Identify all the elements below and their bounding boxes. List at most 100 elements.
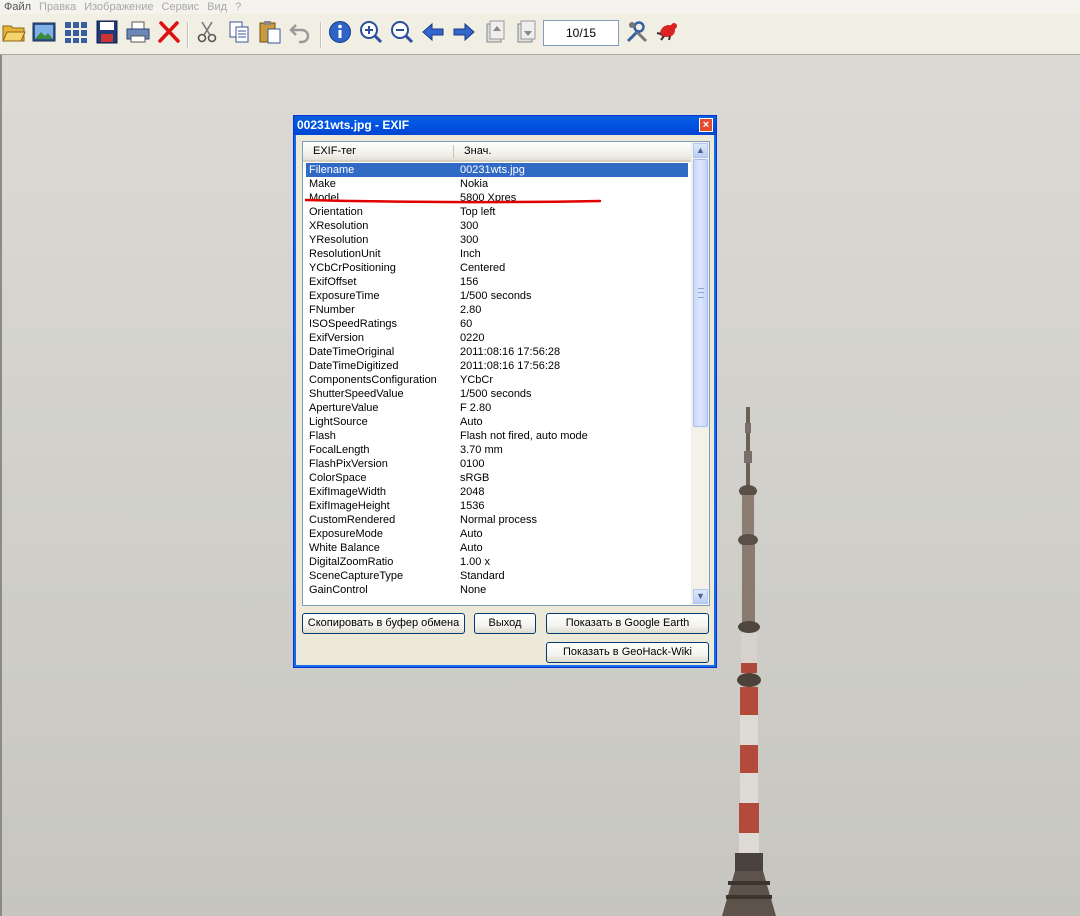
- exif-value: Top left: [460, 206, 496, 218]
- previous-icon[interactable]: [421, 20, 445, 44]
- show-in-google-earth-button[interactable]: Показать в Google Earth: [546, 613, 709, 634]
- exit-button[interactable]: Выход: [474, 613, 536, 634]
- exif-list[interactable]: EXIF-тег Знач. Filename 00231wts.jpg Make N…: [302, 141, 710, 606]
- list-item[interactable]: ExposureTime 1/500 seconds: [303, 289, 693, 303]
- thumbnails-icon[interactable]: [64, 20, 88, 44]
- cut-icon[interactable]: [195, 20, 219, 44]
- image-counter[interactable]: 10/15: [543, 20, 619, 46]
- exit-icon[interactable]: [656, 20, 680, 44]
- copy-to-clipboard-button[interactable]: Скопировать в буфер обмена: [302, 613, 465, 634]
- exif-value: None: [460, 584, 487, 596]
- list-item[interactable]: Filename 00231wts.jpg: [306, 163, 688, 177]
- exif-tag: CustomRendered: [309, 514, 396, 526]
- exif-tag: DateTimeDigitized: [309, 360, 399, 372]
- settings-icon[interactable]: [625, 20, 649, 44]
- list-item[interactable]: GainControl None: [303, 583, 693, 597]
- toolbar-separator: [187, 22, 189, 48]
- first-page-icon[interactable]: [483, 20, 507, 44]
- list-item[interactable]: ISOSpeedRatings 60: [303, 317, 693, 331]
- list-item[interactable]: DigitalZoomRatio 1.00 x: [303, 555, 693, 569]
- exif-tag: ShutterSpeedValue: [309, 388, 404, 400]
- menu-image[interactable]: Изображение: [80, 0, 157, 14]
- exif-tag: YCbCrPositioning: [309, 262, 396, 274]
- list-item[interactable]: ExifOffset 156: [303, 275, 693, 289]
- exif-value: Inch: [460, 248, 481, 260]
- exif-value: Auto: [460, 416, 483, 428]
- dialog-title: 00231wts.jpg - EXIF: [297, 118, 410, 132]
- exif-value: 1536: [460, 500, 485, 512]
- list-item[interactable]: LightSource Auto: [303, 415, 693, 429]
- open-folder-icon[interactable]: [2, 20, 26, 44]
- list-item[interactable]: Flash Flash not fired, auto mode: [303, 429, 693, 443]
- list-item[interactable]: CustomRendered Normal process: [303, 513, 693, 527]
- toolbar-separator: [320, 22, 322, 48]
- list-item[interactable]: ExifImageHeight 1536: [303, 499, 693, 513]
- menu-file[interactable]: Файл: [0, 0, 35, 14]
- zoom-in-icon[interactable]: [359, 20, 383, 44]
- exif-tag: Make: [309, 178, 336, 190]
- column-header-tag[interactable]: EXIF-тег: [313, 145, 356, 157]
- delete-icon[interactable]: [157, 20, 181, 44]
- menu-help[interactable]: ?: [231, 0, 245, 14]
- list-item[interactable]: ApertureValue F 2.80: [303, 401, 693, 415]
- list-item[interactable]: FNumber 2.80: [303, 303, 693, 317]
- exif-tag: GainControl: [309, 584, 368, 596]
- list-item[interactable]: ExposureMode Auto: [303, 527, 693, 541]
- info-icon[interactable]: [328, 20, 352, 44]
- menu-service[interactable]: Сервис: [158, 0, 204, 14]
- image-icon[interactable]: [32, 20, 56, 44]
- exif-tag: DateTimeOriginal: [309, 346, 395, 358]
- list-item[interactable]: ShutterSpeedValue 1/500 seconds: [303, 387, 693, 401]
- close-icon[interactable]: ×: [699, 118, 713, 132]
- list-item[interactable]: SceneCaptureType Standard: [303, 569, 693, 583]
- exif-tag: ApertureValue: [309, 402, 379, 414]
- exif-tag: ExifImageWidth: [309, 486, 387, 498]
- list-item[interactable]: XResolution 300: [303, 219, 693, 233]
- menu-edit[interactable]: Правка: [35, 0, 80, 14]
- undo-icon[interactable]: [288, 20, 312, 44]
- exif-value: 2011:08:16 17:56:28: [460, 346, 561, 358]
- list-item[interactable]: DateTimeOriginal 2011:08:16 17:56:28: [303, 345, 693, 359]
- exif-value: 300: [460, 220, 479, 232]
- vertical-scrollbar[interactable]: ▲ ▼: [691, 142, 709, 605]
- list-item[interactable]: FlashPixVersion 0100: [303, 457, 693, 471]
- dialog-titlebar[interactable]: 00231wts.jpg - EXIF ×: [294, 116, 716, 135]
- last-page-icon[interactable]: [514, 20, 538, 44]
- list-item[interactable]: FocalLength 3.70 mm: [303, 443, 693, 457]
- copy-icon[interactable]: [227, 20, 251, 44]
- exif-value: 0220: [460, 332, 485, 344]
- list-item[interactable]: YCbCrPositioning Centered: [303, 261, 693, 275]
- zoom-out-icon[interactable]: [390, 20, 414, 44]
- list-header: EXIF-тег Знач.: [303, 142, 693, 162]
- list-item[interactable]: Orientation Top left: [303, 205, 693, 219]
- list-item[interactable]: Make Nokia: [303, 177, 693, 191]
- save-icon[interactable]: [95, 20, 119, 44]
- list-item[interactable]: YResolution 300: [303, 233, 693, 247]
- exif-tag: Filename: [309, 164, 355, 176]
- exif-tag: ISOSpeedRatings: [309, 318, 398, 330]
- list-item[interactable]: ExifVersion 0220: [303, 331, 693, 345]
- list-item[interactable]: ResolutionUnit Inch: [303, 247, 693, 261]
- list-item[interactable]: ExifImageWidth 2048: [303, 485, 693, 499]
- list-item[interactable]: White Balance Auto: [303, 541, 693, 555]
- paste-icon[interactable]: [258, 20, 282, 44]
- column-header-value[interactable]: Знач.: [464, 145, 491, 157]
- exif-value: 1.00 x: [460, 556, 490, 568]
- list-item[interactable]: DateTimeDigitized 2011:08:16 17:56:28: [303, 359, 693, 373]
- print-icon[interactable]: [126, 20, 150, 44]
- list-item[interactable]: ColorSpace sRGB: [303, 471, 693, 485]
- exif-value: 3.70 mm: [460, 444, 503, 456]
- column-divider[interactable]: [453, 145, 454, 158]
- exif-tag: Flash: [309, 430, 336, 442]
- next-icon[interactable]: [452, 20, 476, 44]
- menu-view[interactable]: Вид: [203, 0, 231, 14]
- scroll-up-icon[interactable]: ▲: [693, 143, 708, 158]
- show-in-geohack-button[interactable]: Показать в GeoHack-Wiki: [546, 642, 709, 663]
- exif-value: F 2.80: [460, 402, 492, 414]
- exif-tag: XResolution: [309, 220, 369, 232]
- exif-value: 2011:08:16 17:56:28: [460, 360, 561, 372]
- scroll-thumb[interactable]: [693, 159, 708, 427]
- list-item[interactable]: ComponentsConfiguration YCbCr: [303, 373, 693, 387]
- exif-value: Flash not fired, auto mode: [460, 430, 588, 442]
- scroll-down-icon[interactable]: ▼: [693, 589, 708, 604]
